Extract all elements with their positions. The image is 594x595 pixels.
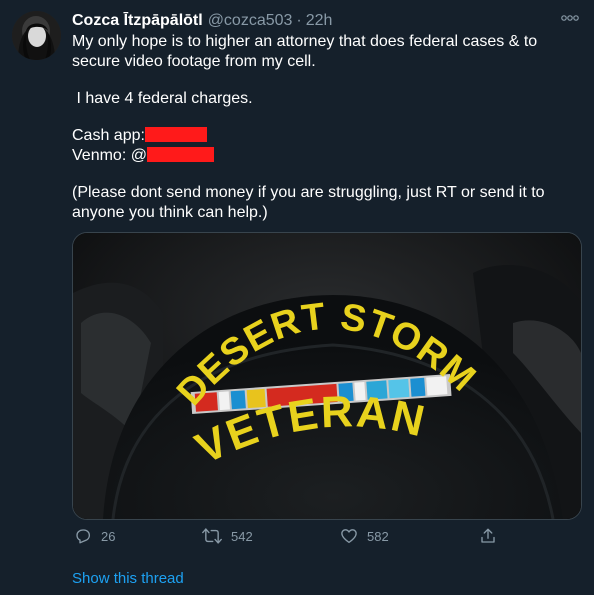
share-button[interactable]: [479, 527, 506, 545]
reply-count: 26: [101, 528, 116, 544]
avatar[interactable]: [12, 11, 61, 60]
venmo-label: Venmo: @: [72, 147, 147, 164]
more-dots-icon: [561, 15, 579, 21]
tweet[interactable]: Cozca Ītzpāpālōtl @cozca503 · 22h My onl…: [0, 0, 594, 595]
tweet-line-text: I have 4 federal charges.: [76, 90, 253, 107]
tweet-photo[interactable]: DESERT STORM VETERAN: [72, 232, 582, 520]
like-count: 582: [367, 528, 389, 544]
venmo-line: Venmo: @: [72, 146, 582, 166]
retweet-count: 542: [231, 528, 253, 544]
redaction-box: [144, 127, 207, 142]
reply-button[interactable]: 26: [74, 527, 115, 545]
avatar-image: [12, 11, 61, 60]
user-handle[interactable]: @cozca503: [208, 11, 293, 31]
timestamp[interactable]: 22h: [306, 11, 333, 31]
tweet-header: Cozca Ītzpāpālōtl @cozca503 · 22h: [72, 11, 332, 31]
more-options-button[interactable]: [560, 11, 580, 25]
beanie-photo: DESERT STORM VETERAN: [73, 233, 581, 519]
tweet-line: My only hope is to higher an attorney th…: [72, 33, 538, 70]
tweet-line: (Please dont send money if you are strug…: [72, 184, 545, 221]
reply-icon: [76, 529, 91, 544]
retweet-button[interactable]: 542: [202, 527, 253, 545]
separator-dot: ·: [296, 12, 302, 29]
heart-icon: [341, 529, 357, 544]
display-name[interactable]: Cozca Ītzpāpālōtl: [72, 11, 203, 31]
cashapp-label: Cash app:: [72, 127, 145, 144]
tweet-line: I have 4 federal charges.: [72, 89, 582, 109]
tweet-text: My only hope is to higher an attorney th…: [72, 32, 582, 223]
tweet-actions: 26 542 582: [72, 527, 582, 549]
show-thread-link[interactable]: Show this thread: [72, 570, 184, 588]
redaction-box: [146, 147, 214, 162]
retweet-icon: [202, 528, 222, 544]
cashapp-line: Cash app:: [72, 126, 582, 146]
like-button[interactable]: 582: [340, 527, 389, 545]
share-icon: [481, 528, 495, 543]
